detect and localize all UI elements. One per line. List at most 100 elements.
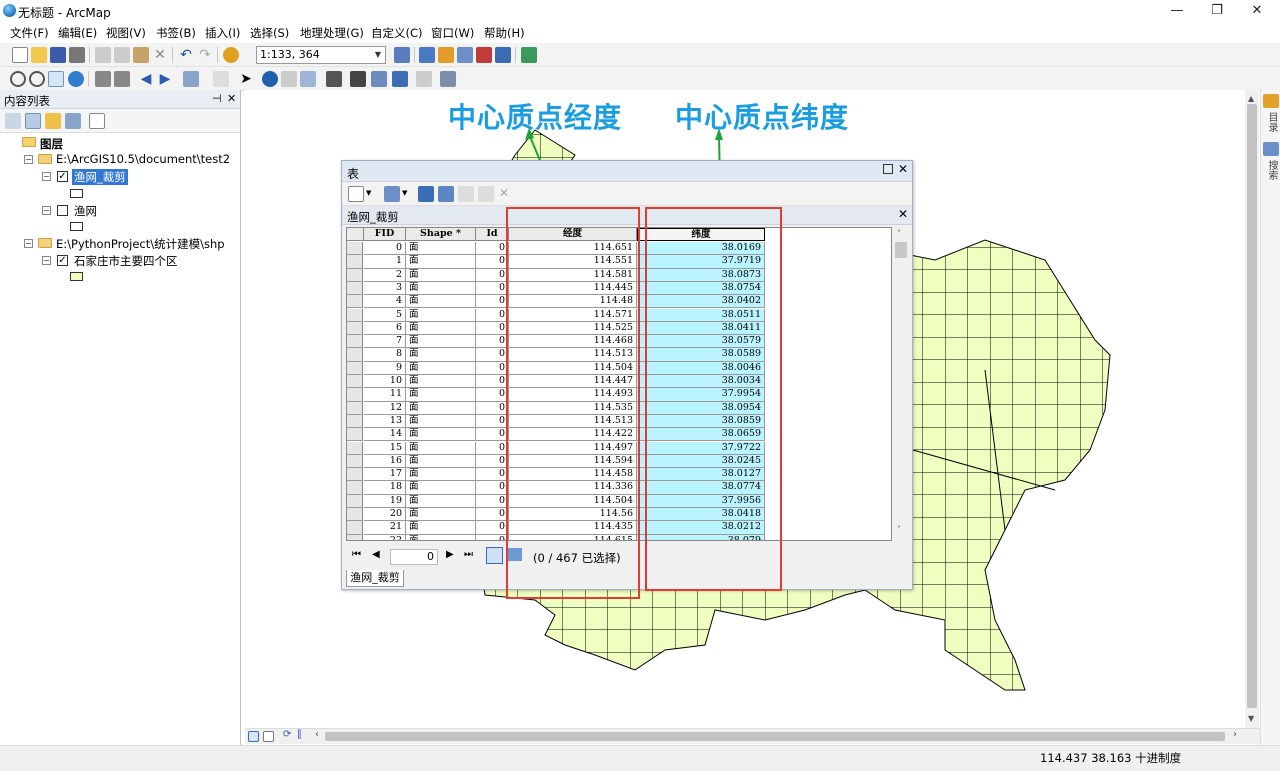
list-by-visibility-icon[interactable] <box>45 113 61 129</box>
toc-close-icon[interactable]: ✕ <box>227 92 236 105</box>
pan-hand-icon[interactable] <box>48 71 64 87</box>
menu-geoprocessing[interactable]: 地理处理(G) <box>300 25 364 41</box>
menu-view[interactable]: 视图(V) <box>106 25 146 41</box>
model-builder-icon[interactable] <box>521 47 537 63</box>
map-horizontal-scroll-thumb[interactable] <box>325 732 1225 741</box>
restore-button[interactable]: ❐ <box>1202 2 1232 20</box>
scroll-up-arrow-icon[interactable]: ˄ <box>897 229 901 238</box>
map-scale-dropdown[interactable]: 1:133, 364 ▼ <box>256 46 386 64</box>
column-header-shape[interactable]: Shape * <box>406 228 476 241</box>
redo-icon[interactable]: ↷ <box>197 47 213 63</box>
zoom-in-icon[interactable] <box>10 71 26 87</box>
cell-fid[interactable]: 10 <box>364 375 406 389</box>
menu-windows[interactable]: 窗口(W) <box>431 25 474 41</box>
cell-fid[interactable]: 6 <box>364 321 406 336</box>
row-selector[interactable] <box>347 521 363 535</box>
toc-layer-districts[interactable]: 石家庄市主要四个区 <box>74 253 178 269</box>
cell-shape[interactable]: 面 <box>406 414 476 429</box>
cell-shape[interactable]: 面 <box>406 508 476 522</box>
cell-shape[interactable]: 面 <box>406 481 476 495</box>
menu-customize[interactable]: 自定义(C) <box>371 25 423 41</box>
cell-id[interactable]: 0 <box>476 321 509 336</box>
measure-icon[interactable] <box>326 71 342 87</box>
layer-visibility-checkbox[interactable] <box>57 205 68 216</box>
cell-id[interactable]: 0 <box>476 308 509 322</box>
cell-fid[interactable]: 17 <box>364 468 406 482</box>
cell-id[interactable]: 0 <box>476 414 509 429</box>
row-selector[interactable] <box>347 401 363 415</box>
cell-shape[interactable]: 面 <box>406 348 476 362</box>
delete-icon[interactable]: ✕ <box>152 47 168 63</box>
pin-icon[interactable]: ⊣ <box>212 92 222 105</box>
cell-shape[interactable]: 面 <box>406 494 476 508</box>
pause-drawing-icon[interactable]: ∥ <box>297 729 302 740</box>
create-viewer-window-icon[interactable] <box>440 71 456 87</box>
full-extent-globe-icon[interactable] <box>68 71 84 87</box>
zoom-out-icon[interactable] <box>29 71 45 87</box>
cell-id[interactable]: 0 <box>476 468 509 482</box>
search-tab[interactable]: 搜索 <box>1265 160 1277 180</box>
collapse-icon[interactable]: − <box>42 206 51 215</box>
table-window-titlebar[interactable]: 表 ✕ <box>342 161 912 182</box>
cell-fid[interactable]: 13 <box>364 414 406 429</box>
map-vertical-scrollbar[interactable]: ▲ ▼ <box>1245 90 1259 728</box>
cell-fid[interactable]: 16 <box>364 454 406 469</box>
cell-shape[interactable]: 面 <box>406 268 476 282</box>
cell-id[interactable]: 0 <box>476 534 509 540</box>
cell-shape[interactable]: 面 <box>406 361 476 375</box>
cell-shape[interactable]: 面 <box>406 521 476 535</box>
row-selector[interactable] <box>347 428 363 442</box>
scroll-left-arrow-icon[interactable]: ‹ <box>315 729 319 740</box>
row-selector[interactable] <box>347 388 363 402</box>
cell-shape[interactable]: 面 <box>406 428 476 442</box>
table-tab[interactable]: 渔网_裁剪 <box>346 570 404 587</box>
column-header-id[interactable]: Id <box>476 228 509 241</box>
menu-selection[interactable]: 选择(S) <box>250 25 289 41</box>
list-by-drawing-order-icon[interactable] <box>5 113 21 129</box>
layer-symbol-swatch[interactable] <box>70 272 83 281</box>
cell-shape[interactable]: 面 <box>406 441 476 455</box>
cell-id[interactable]: 0 <box>476 375 509 389</box>
row-selector[interactable] <box>347 508 363 522</box>
reselect-icon[interactable] <box>478 186 494 202</box>
cell-shape[interactable]: 面 <box>406 295 476 309</box>
row-selector[interactable] <box>347 295 363 309</box>
row-selector[interactable] <box>347 335 363 349</box>
cell-shape[interactable]: 面 <box>406 375 476 389</box>
toc-source-shp[interactable]: E:\PythonProject\统计建模\shp <box>56 236 225 252</box>
layout-view-icon[interactable] <box>263 731 274 742</box>
save-icon[interactable] <box>50 47 66 63</box>
cell-id[interactable]: 0 <box>476 268 509 282</box>
row-selector[interactable] <box>347 308 363 322</box>
cell-fid[interactable]: 12 <box>364 401 406 415</box>
cell-fid[interactable]: 21 <box>364 521 406 535</box>
cell-id[interactable]: 0 <box>476 361 509 375</box>
find-route-icon[interactable] <box>371 71 387 87</box>
row-selector[interactable] <box>347 361 363 375</box>
back-arrow-icon[interactable]: ◀ <box>138 71 154 87</box>
collapse-icon[interactable]: − <box>42 172 51 181</box>
arctoolbox-icon[interactable] <box>476 47 492 63</box>
cell-fid[interactable]: 8 <box>364 348 406 362</box>
python-window-icon[interactable] <box>495 47 511 63</box>
cell-id[interactable]: 0 <box>476 494 509 508</box>
table-of-contents-icon[interactable] <box>419 47 435 63</box>
go-to-xy-icon[interactable] <box>392 71 408 87</box>
add-data-icon[interactable] <box>223 47 239 63</box>
open-folder-icon[interactable] <box>31 47 47 63</box>
cell-shape[interactable]: 面 <box>406 308 476 322</box>
scroll-right-arrow-icon[interactable]: › <box>1233 729 1237 740</box>
undo-icon[interactable]: ↶ <box>178 47 194 63</box>
cell-shape[interactable]: 面 <box>406 534 476 540</box>
delete-selected-icon[interactable]: ✕ <box>499 186 509 200</box>
table-close-icon[interactable]: ✕ <box>898 162 908 176</box>
cell-fid[interactable]: 5 <box>364 308 406 322</box>
row-selector[interactable] <box>347 441 363 455</box>
cut-icon[interactable] <box>95 47 111 63</box>
select-features-icon[interactable] <box>183 71 199 87</box>
cell-id[interactable]: 0 <box>476 348 509 362</box>
next-record-icon[interactable]: ▶ <box>446 549 454 560</box>
row-selector[interactable] <box>347 494 363 508</box>
cell-fid[interactable]: 19 <box>364 494 406 508</box>
column-header-fid[interactable]: FID <box>364 228 406 241</box>
